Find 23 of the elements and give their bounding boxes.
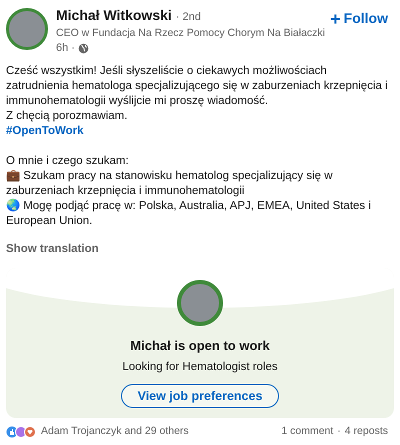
card-subtitle: Looking for Hematologist roles <box>122 360 278 375</box>
reactions-count[interactable]: Adam Trojanczyk and 29 others <box>41 424 189 440</box>
comments-count[interactable]: 1 comment <box>281 424 334 440</box>
hashtag-link[interactable]: #OpenToWork <box>6 125 84 137</box>
author-name[interactable]: Michał Witkowski <box>56 8 172 23</box>
separator: · <box>337 424 341 440</box>
reaction-icons[interactable] <box>6 426 38 438</box>
follow-button[interactable]: + Follow <box>330 8 394 29</box>
view-job-preferences-button[interactable]: View job preferences <box>120 384 280 408</box>
post-time: 6h · <box>56 41 75 56</box>
post-text: Z chęcią porozmawiam. <box>6 109 128 124</box>
avatar-photo[interactable] <box>6 8 48 50</box>
avatar-photo <box>177 280 223 326</box>
author-headline: CEO w Fundacja Na Rzecz Pomocy Chorym Na Białaczki <box>56 26 326 40</box>
post-text: Cześć wszystkim! Jeśli słyszeliście o ciekawych możliwościach zatrudnienia hematologa specjalizującego się w zaburzeniach krzepnięcia i immunohematologii wyślijcie mi proszę wiadomość. <box>6 64 389 109</box>
connection-degree: · 2nd <box>176 10 201 25</box>
reposts-count[interactable]: 4 reposts <box>344 424 388 440</box>
post-text: 🌏 Mogę podjąć pracę w: Polska, Australia, APJ, EMEA, United States i European Union. <box>6 199 372 229</box>
post-text: O mnie i czego szukam: <box>6 154 130 169</box>
card-title: Michał is open to work <box>130 337 270 356</box>
globe-icon <box>78 43 89 54</box>
show-translation-link[interactable]: Show translation <box>6 241 99 258</box>
post-text: 💼 Szukam pracy na stanowisku hematolog specjalizujący się w zaburzeniach krzepnięcia i immunohematologii <box>6 169 334 198</box>
